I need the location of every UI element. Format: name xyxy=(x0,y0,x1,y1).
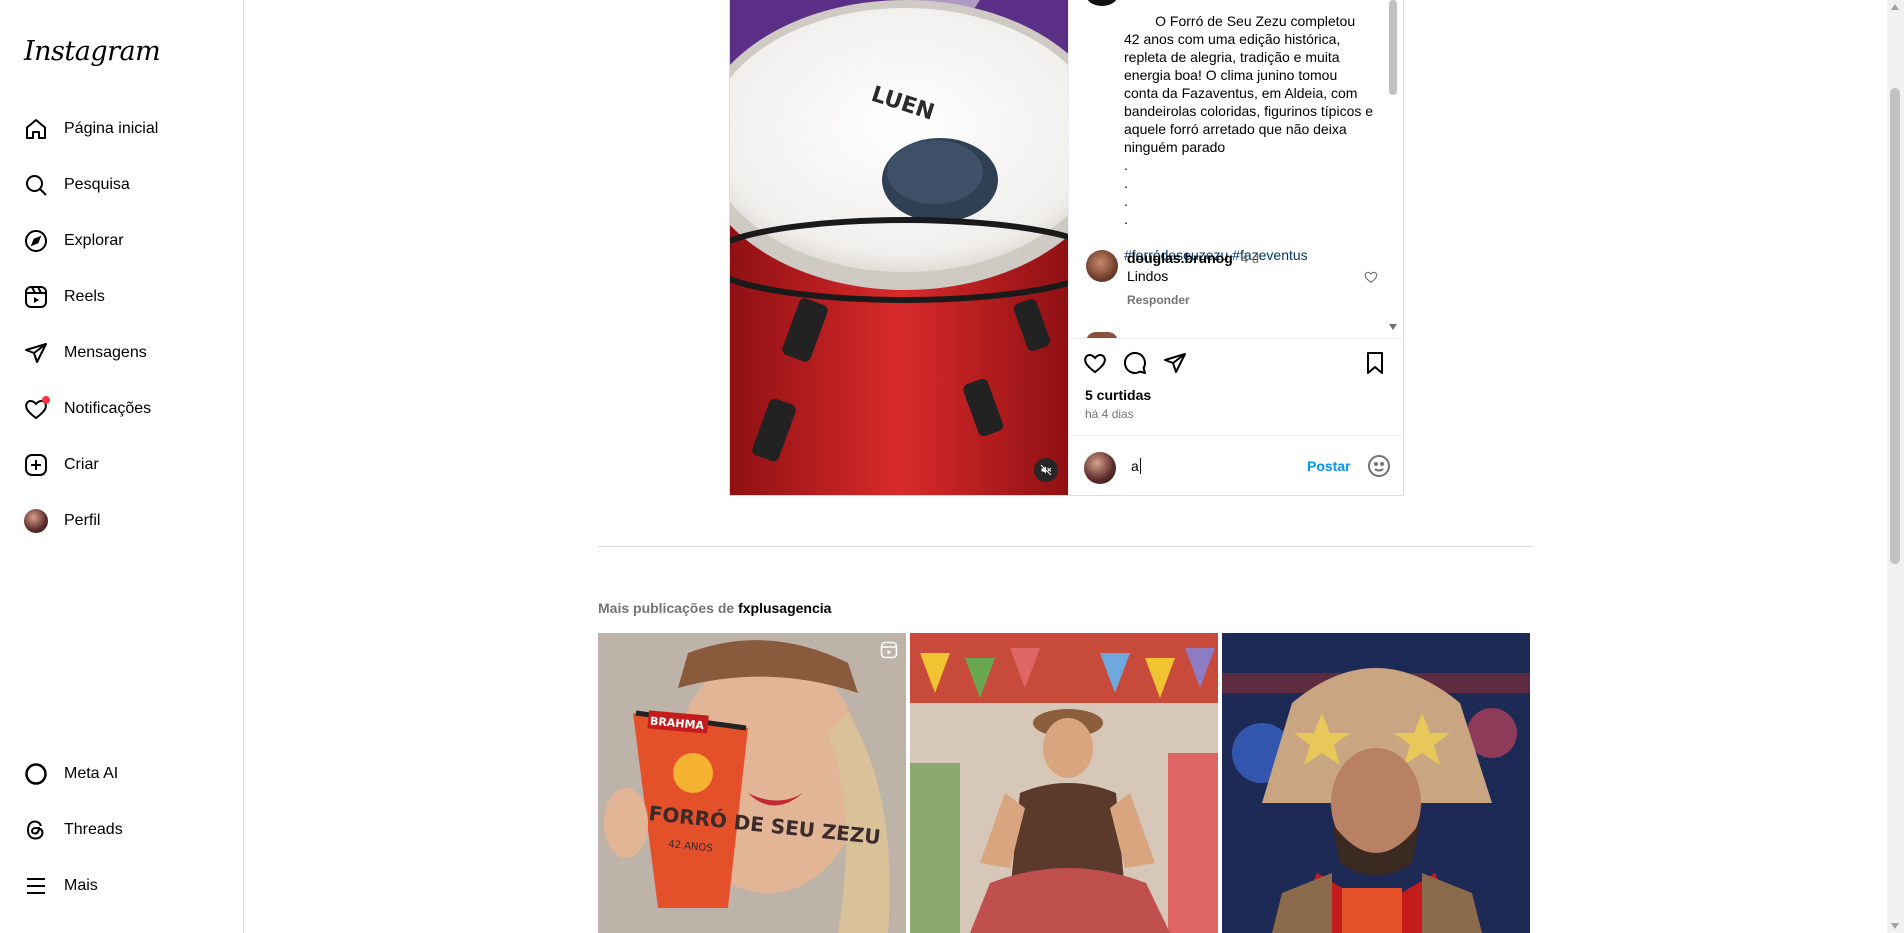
nav-messages[interactable]: Mensagens xyxy=(12,329,232,377)
comments-area: O Forró de Seu Zezu completou 42 anos co… xyxy=(1086,0,1396,338)
author-avatar[interactable] xyxy=(1086,0,1118,6)
nav-messages-label: Mensagens xyxy=(64,344,147,361)
comment-reply-button[interactable]: Responder xyxy=(1127,293,1190,307)
nav-home[interactable]: Página inicial xyxy=(12,105,232,153)
comments-scrollbar[interactable] xyxy=(1389,0,1397,330)
nav-notifications[interactable]: Notificações xyxy=(12,385,232,433)
threads-icon xyxy=(24,818,48,842)
comment-username[interactable]: douglas.brunog xyxy=(1127,250,1233,266)
nav-search[interactable]: Pesquisa xyxy=(12,161,232,209)
nav-notifications-label: Notificações xyxy=(64,400,152,417)
page-scroll-thumb[interactable] xyxy=(1890,88,1900,564)
emoji-icon[interactable] xyxy=(1367,454,1391,483)
nav-reels[interactable]: Reels xyxy=(12,273,232,321)
commenter-avatar[interactable] xyxy=(1086,250,1118,282)
drum-image: LUEN xyxy=(730,0,1068,495)
nav-search-label: Pesquisa xyxy=(64,176,130,193)
page-scroll-up-arrow[interactable] xyxy=(1891,4,1899,10)
more-posts-title: Mais publicações de fxplusagencia xyxy=(598,600,831,616)
like-icon[interactable] xyxy=(1083,351,1107,380)
post-actions: 5 curtidas há 4 dias a Postar xyxy=(1069,338,1405,496)
meta-ai-icon xyxy=(24,762,48,786)
post-comment-button[interactable]: Postar xyxy=(1307,458,1351,474)
post-details: O Forró de Seu Zezu completou 42 anos co… xyxy=(1068,0,1405,495)
paper-plane-icon xyxy=(24,341,48,365)
thumb-2-image xyxy=(910,633,1218,933)
more-post-thumb-2[interactable] xyxy=(910,633,1218,933)
reel-icon xyxy=(880,641,898,664)
save-icon[interactable] xyxy=(1363,351,1387,380)
page-scrollbar[interactable] xyxy=(1887,0,1904,933)
nav-create[interactable]: Criar xyxy=(12,441,232,489)
comment-like-icon[interactable] xyxy=(1364,270,1378,289)
reels-icon xyxy=(24,285,48,309)
thumb-1-image: BRAHMA FORRÓ DE SEU ZEZU 42 ANOS xyxy=(598,633,906,933)
mute-icon[interactable] xyxy=(1034,458,1058,482)
post-date[interactable]: há 4 dias xyxy=(1085,407,1134,421)
comment-icon[interactable] xyxy=(1123,351,1147,380)
section-divider xyxy=(598,546,1534,547)
comment-time[interactable]: 4 d xyxy=(1241,251,1259,266)
more-post-thumb-3[interactable] xyxy=(1222,633,1530,933)
nav-more[interactable]: Mais xyxy=(12,862,232,910)
notification-dot xyxy=(42,396,50,404)
nav-meta-ai-label: Meta AI xyxy=(64,765,119,782)
nav-home-label: Página inicial xyxy=(64,120,159,137)
menu-icon xyxy=(24,874,48,898)
share-icon[interactable] xyxy=(1163,351,1187,380)
post-video[interactable]: LUEN xyxy=(730,0,1068,495)
nav-explore-label: Explorar xyxy=(64,232,124,249)
comment-input[interactable]: a xyxy=(1131,458,1141,474)
page-scroll-down-arrow[interactable] xyxy=(1891,923,1899,929)
nav-threads-label: Threads xyxy=(64,821,123,838)
nav-threads[interactable]: Threads xyxy=(12,806,232,854)
nav-create-label: Criar xyxy=(64,456,99,473)
nav-meta-ai[interactable]: Meta AI xyxy=(12,750,232,798)
compass-icon xyxy=(24,229,48,253)
nav-profile[interactable]: Perfil xyxy=(12,497,232,545)
more-posts-account-link[interactable]: fxplusagencia xyxy=(738,600,831,616)
more-posts-prefix: Mais publicações de xyxy=(598,600,735,616)
post-card: LUEN O Forró de Seu Zezu completou 42 an… xyxy=(729,0,1405,496)
comment-text: Lindos xyxy=(1127,268,1169,284)
nav-explore[interactable]: Explorar xyxy=(12,217,232,265)
likes-count[interactable]: 5 curtidas xyxy=(1085,387,1151,403)
composer-avatar xyxy=(1084,452,1116,484)
home-icon xyxy=(24,117,48,141)
thumb-3-image xyxy=(1222,633,1530,933)
more-post-thumb-1[interactable]: BRAHMA FORRÓ DE SEU ZEZU 42 ANOS xyxy=(598,633,906,933)
comments-scroll-thumb[interactable] xyxy=(1389,0,1397,95)
nav-more-label: Mais xyxy=(64,877,98,894)
plus-square-icon xyxy=(24,453,48,477)
sidebar: Instagram Página inicial Pesquisa Explor… xyxy=(0,0,244,933)
nav-reels-label: Reels xyxy=(64,288,105,305)
comment-composer: a Postar xyxy=(1069,435,1405,496)
nav-profile-label: Perfil xyxy=(64,512,101,529)
search-icon xyxy=(24,173,48,197)
scroll-down-arrow[interactable] xyxy=(1389,324,1397,330)
instagram-logo[interactable]: Instagram xyxy=(24,36,161,67)
caption-text: O Forró de Seu Zezu completou 42 anos co… xyxy=(1124,13,1374,227)
heart-icon xyxy=(24,396,50,421)
comment-item: douglas.brunog 4 d Lindos Responder xyxy=(1086,248,1386,312)
profile-avatar xyxy=(24,509,48,533)
